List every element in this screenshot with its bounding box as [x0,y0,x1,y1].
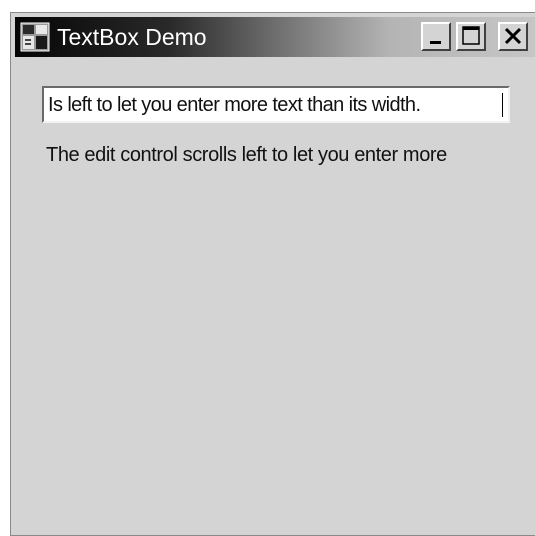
maximize-button[interactable] [456,22,486,51]
application-icon[interactable] [20,22,50,52]
text-input[interactable]: Is left to let you enter more text than … [42,86,510,123]
text-input-value: Is left to let you enter more text than … [48,94,421,116]
minimize-button[interactable] [421,22,451,51]
text-caret [502,93,503,117]
close-icon [504,27,522,45]
description-label: The edit control scrolls left to let you… [46,144,447,166]
maximize-icon [462,26,480,45]
close-button[interactable] [498,22,528,51]
title-bar[interactable]: TextBox Demo [15,17,535,57]
window-title: TextBox Demo [57,24,207,50]
app-window: TextBox Demo Is left to let you enter mo… [10,12,535,536]
minimize-icon [430,41,441,44]
